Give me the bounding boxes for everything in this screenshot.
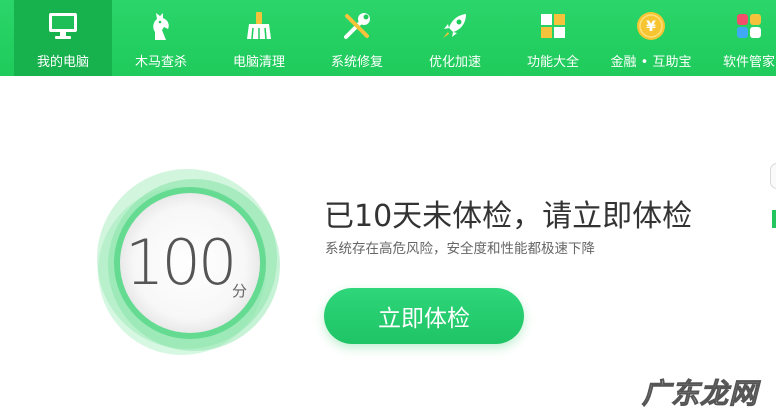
nav-label: 软件管家 — [722, 55, 775, 70]
broom-icon — [243, 10, 275, 42]
top-navigation-bar: 我的电脑 木马查杀 电脑清理 系统修复 优化加速 功能大全 ¥ 金融 • 互助宝… — [0, 0, 776, 76]
nav-item-finance[interactable]: ¥ 金融 • 互助宝 — [602, 0, 700, 76]
nav-item-all-features[interactable]: 功能大全 — [504, 0, 602, 76]
horse-icon — [145, 10, 177, 42]
nav-item-system-repair[interactable]: 系统修复 — [308, 0, 406, 76]
nav-label: 优化加速 — [428, 55, 481, 70]
grid-icon — [537, 10, 569, 42]
nav-item-trojan-scan[interactable]: 木马查杀 — [112, 0, 210, 76]
svg-text:¥: ¥ — [646, 19, 656, 35]
yuan-coin-icon: ¥ — [635, 10, 667, 42]
score-unit: 分 — [232, 282, 248, 300]
nav-label: 金融 • 互助宝 — [610, 55, 692, 70]
nav-label: 系统修复 — [330, 55, 383, 70]
nav-item-software-manager[interactable]: 软件管家 — [700, 0, 776, 76]
nav-item-optimize-speed[interactable]: 优化加速 — [406, 0, 504, 76]
software-blocks-icon — [733, 10, 765, 42]
nav-item-pc-cleanup[interactable]: 电脑清理 — [210, 0, 308, 76]
nav-label: 功能大全 — [526, 55, 579, 70]
start-checkup-button[interactable]: 立即体检 — [324, 288, 524, 344]
side-indicator — [772, 210, 776, 228]
monitor-icon — [47, 10, 79, 42]
checkup-headline: 已10天未体检，请立即体检 — [324, 199, 693, 234]
site-watermark: 广东龙网 — [632, 366, 772, 416]
wrench-screwdriver-icon — [341, 10, 373, 42]
nav-label: 我的电脑 — [36, 55, 89, 70]
watermark-text: 广东龙网 — [641, 377, 759, 411]
score-value: 100 — [125, 226, 237, 299]
risk-description: 系统存在高危风险，安全度和性能都极速下降 — [325, 241, 595, 257]
nav-item-my-computer[interactable]: 我的电脑 — [14, 0, 112, 76]
nav-label: 木马查杀 — [134, 55, 187, 70]
side-panel-handle[interactable] — [770, 163, 776, 189]
nav-label: 电脑清理 — [232, 55, 285, 70]
rocket-icon — [439, 10, 471, 42]
